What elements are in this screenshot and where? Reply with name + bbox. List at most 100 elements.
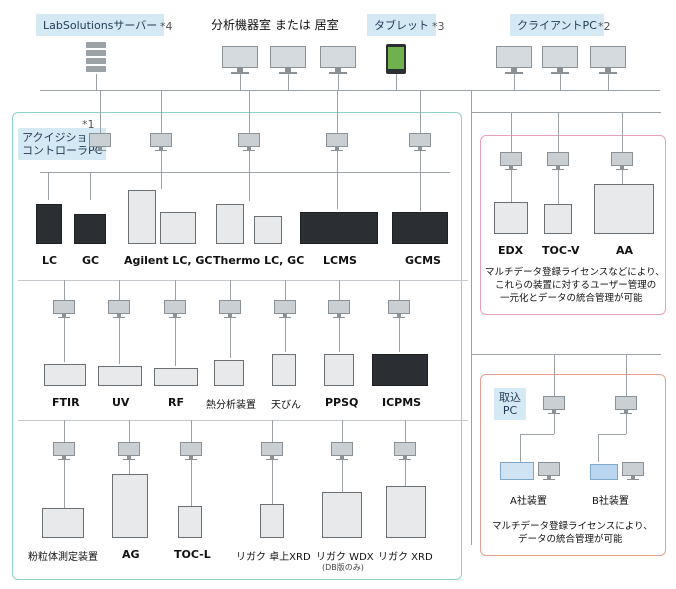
balance-instrument-icon [272, 354, 296, 386]
company-a-pc-icon [538, 462, 560, 480]
server-icon [86, 42, 106, 74]
row1-label-gc: GC [82, 254, 100, 267]
ppsq-instrument-icon [324, 354, 354, 386]
row3-sub-label: (DB版のみ) [322, 563, 364, 572]
import-pc-label-line1: 取込 [499, 391, 521, 404]
agilent-instrument-icon [128, 190, 156, 244]
ftir-instrument-icon [44, 364, 86, 386]
room-pc-icon [320, 46, 356, 74]
benchtop-xrd-icon [260, 504, 284, 538]
client-note: *2 [598, 20, 611, 33]
thermo-instrument-icon [254, 216, 282, 244]
acq-pc-icon [409, 133, 431, 151]
agilent-instrument-icon [160, 212, 196, 244]
row3-label-wdx: リガク WDX [316, 552, 374, 563]
row3-label-tocl: TOC-L [174, 548, 211, 561]
row2-label-icpms: ICPMS [382, 396, 422, 409]
gcms-instrument-icon [392, 212, 448, 244]
server-note: *4 [160, 20, 173, 33]
acq-pc-icon [150, 133, 172, 151]
lcms-instrument-icon [300, 212, 378, 244]
import-pc-icon [543, 396, 565, 414]
room-label: 分析機器室 または 居室 [211, 18, 339, 32]
room-pc-icon [222, 46, 258, 74]
powder-instrument-icon [42, 508, 84, 538]
right1-label-aa: AA [616, 244, 634, 257]
right-pc-icon [611, 152, 633, 170]
acq-pc-icon [53, 442, 75, 460]
acq-pc-icon [394, 442, 416, 460]
row2-label-balance: 天びん [271, 400, 301, 411]
acq-pc-icon [164, 300, 186, 318]
acq-pc-icon [108, 300, 130, 318]
import-pc-icon [615, 396, 637, 414]
row1-label-thermo: Thermo LC, GC [213, 254, 305, 267]
server-label: LabSolutionsサーバー [36, 14, 165, 36]
acq-pc-icon [118, 442, 140, 460]
uv-instrument-icon [98, 366, 142, 386]
tablet-label: タブレット [367, 14, 436, 36]
client-pc-icon [590, 46, 626, 74]
acq-pc-icon [53, 300, 75, 318]
row1-label-lcms: LCMS [323, 254, 357, 267]
lc-instrument-icon [36, 204, 62, 244]
tocv-instrument-icon [544, 204, 572, 234]
row1-label-gcms: GCMS [405, 254, 441, 267]
icpms-instrument-icon [372, 354, 428, 386]
tablet-note: *3 [432, 20, 445, 33]
right1-desc-2: これらの装置に対するユーザー管理の [495, 280, 657, 291]
right2-label-a: A社装置 [510, 496, 547, 507]
right-pc-icon [547, 152, 569, 170]
right1-label-tocv: TOC-V [542, 244, 580, 257]
row2-label-thermal: 熱分析装置 [206, 400, 256, 411]
row3-label-xrd: リガク XRD [378, 552, 433, 563]
client-label: クライアントPC [510, 14, 604, 36]
right2-desc-1: マルチデータ登録ライセンスにより、 [492, 521, 653, 532]
thermal-instrument-icon [214, 360, 244, 386]
tocl-instrument-icon [178, 506, 202, 538]
right1-label-edx: EDX [498, 244, 524, 257]
acq-pc-icon [261, 442, 283, 460]
client-pc-icon [496, 46, 532, 74]
room-pc-icon [270, 46, 306, 74]
acq-pc-icon [328, 300, 350, 318]
ag-instrument-icon [112, 474, 148, 538]
row1-label-agilent: Agilent LC, GC [124, 254, 213, 267]
acq-pc-icon [274, 300, 296, 318]
rf-instrument-icon [154, 368, 198, 386]
row3-label-powder: 粉粒体測定装置 [28, 552, 98, 563]
thermo-instrument-icon [216, 204, 244, 244]
company-b-instrument-icon [590, 464, 618, 480]
right-pc-icon [500, 152, 522, 170]
acq-pc-icon [219, 300, 241, 318]
right1-desc-1: マルチデータ登録ライセンスなどにより、 [485, 267, 665, 278]
acq-pc-icon [388, 300, 410, 318]
aa-instrument-icon [594, 184, 654, 234]
network-backbone [40, 90, 660, 91]
wdx-instrument-icon [322, 492, 362, 538]
row2-label-rf: RF [168, 396, 184, 409]
row3-label-ag: AG [122, 548, 140, 561]
row2-label-uv: UV [112, 396, 130, 409]
row1-label-lc: LC [42, 254, 58, 267]
xrd-instrument-icon [386, 486, 426, 538]
company-a-instrument-icon [500, 462, 534, 480]
acq-pc-icon [331, 442, 353, 460]
right2-desc-2: データの統合管理が可能 [518, 534, 623, 545]
company-b-pc-icon [622, 462, 644, 480]
edx-instrument-icon [494, 202, 528, 234]
row2-label-ftir: FTIR [52, 396, 80, 409]
acq-pc-icon [180, 442, 202, 460]
row3-label-benchtop-xrd: リガク 卓上XRD [236, 552, 311, 563]
import-pc-label: 取込 PC [494, 388, 526, 420]
gc-instrument-icon [74, 214, 106, 244]
right1-desc-3: 一元化とデータの統合管理が可能 [500, 293, 643, 304]
acq-pc-icon [89, 133, 111, 151]
row2-label-ppsq: PPSQ [325, 396, 359, 409]
acq-pc-icon [238, 133, 260, 151]
right2-label-b: B社装置 [592, 496, 629, 507]
acq-pc-icon [326, 133, 348, 151]
tablet-icon [386, 44, 406, 74]
import-pc-label-line2: PC [502, 404, 518, 417]
client-pc-icon [542, 46, 578, 74]
